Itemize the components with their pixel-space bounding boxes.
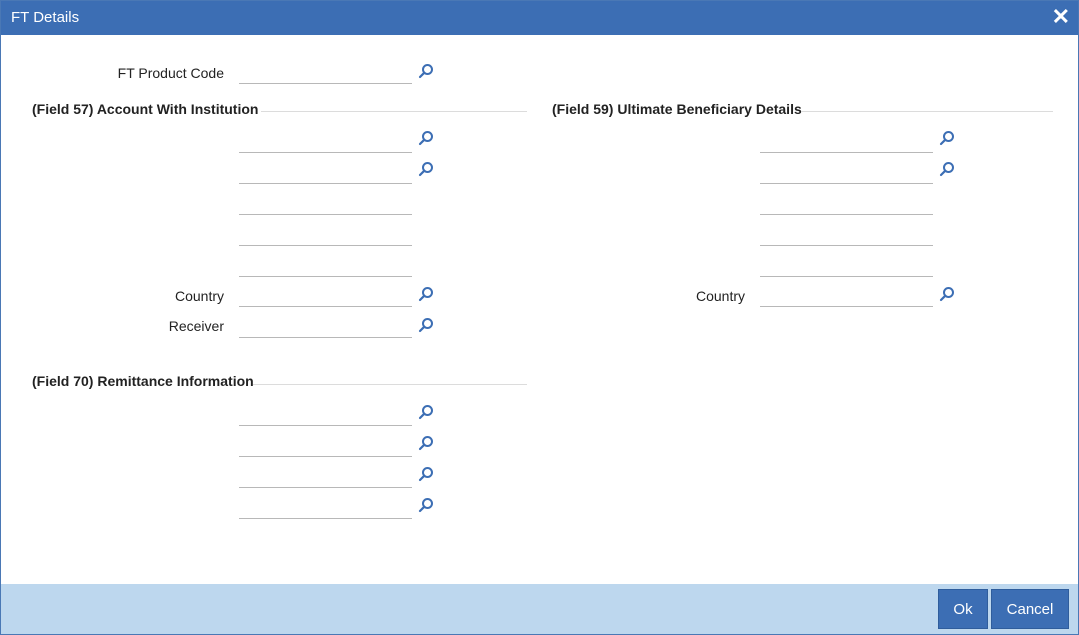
search-icon[interactable] <box>418 317 434 333</box>
field59-heading: (Field 59) Ultimate Beneficiary Details <box>552 101 802 117</box>
field70-line-3[interactable] <box>239 464 412 488</box>
field70-rule <box>253 384 527 385</box>
field59-country-input[interactable] <box>760 283 933 307</box>
field57-receiver-input[interactable] <box>239 314 412 338</box>
field59-line-3[interactable] <box>760 191 933 215</box>
search-icon[interactable] <box>939 130 955 146</box>
field59-line-2[interactable] <box>760 160 933 184</box>
field59-line-1[interactable] <box>760 129 933 153</box>
search-icon[interactable] <box>939 161 955 177</box>
ft-product-code-input[interactable] <box>239 60 412 84</box>
dialog-footer: Ok Cancel <box>1 584 1078 634</box>
field57-line-4[interactable] <box>239 222 412 246</box>
field57-country-label: Country <box>174 288 224 304</box>
field70-heading: (Field 70) Remittance Information <box>32 373 254 389</box>
field57-receiver-label: Receiver <box>168 318 224 334</box>
field57-line-3[interactable] <box>239 191 412 215</box>
search-icon[interactable] <box>418 161 434 177</box>
field59-rule <box>801 111 1053 112</box>
field70-line-1[interactable] <box>239 402 412 426</box>
field59-line-4[interactable] <box>760 222 933 246</box>
search-icon[interactable] <box>418 466 434 482</box>
search-icon[interactable] <box>418 63 434 79</box>
title-bar: FT Details ✕ <box>1 1 1078 35</box>
field70-line-2[interactable] <box>239 433 412 457</box>
field59-line-5[interactable] <box>760 253 933 277</box>
field57-country-input[interactable] <box>239 283 412 307</box>
search-icon[interactable] <box>418 404 434 420</box>
cancel-button[interactable]: Cancel <box>991 589 1069 629</box>
ft-product-code-label: FT Product Code <box>117 65 224 81</box>
field57-line-1[interactable] <box>239 129 412 153</box>
field59-country-label: Country <box>695 288 745 304</box>
search-icon[interactable] <box>418 435 434 451</box>
search-icon[interactable] <box>939 286 955 302</box>
close-icon[interactable]: ✕ <box>1052 5 1070 29</box>
field70-line-4[interactable] <box>239 495 412 519</box>
ok-button[interactable]: Ok <box>938 589 988 629</box>
field57-rule <box>261 111 527 112</box>
field57-heading: (Field 57) Account With Institution <box>32 101 259 117</box>
field57-line-2[interactable] <box>239 160 412 184</box>
field57-line-5[interactable] <box>239 253 412 277</box>
search-icon[interactable] <box>418 130 434 146</box>
ft-details-dialog: FT Details ✕ FT Product Code (Field 57) … <box>0 0 1079 635</box>
dialog-title: FT Details <box>11 9 80 26</box>
search-icon[interactable] <box>418 497 434 513</box>
search-icon[interactable] <box>418 286 434 302</box>
